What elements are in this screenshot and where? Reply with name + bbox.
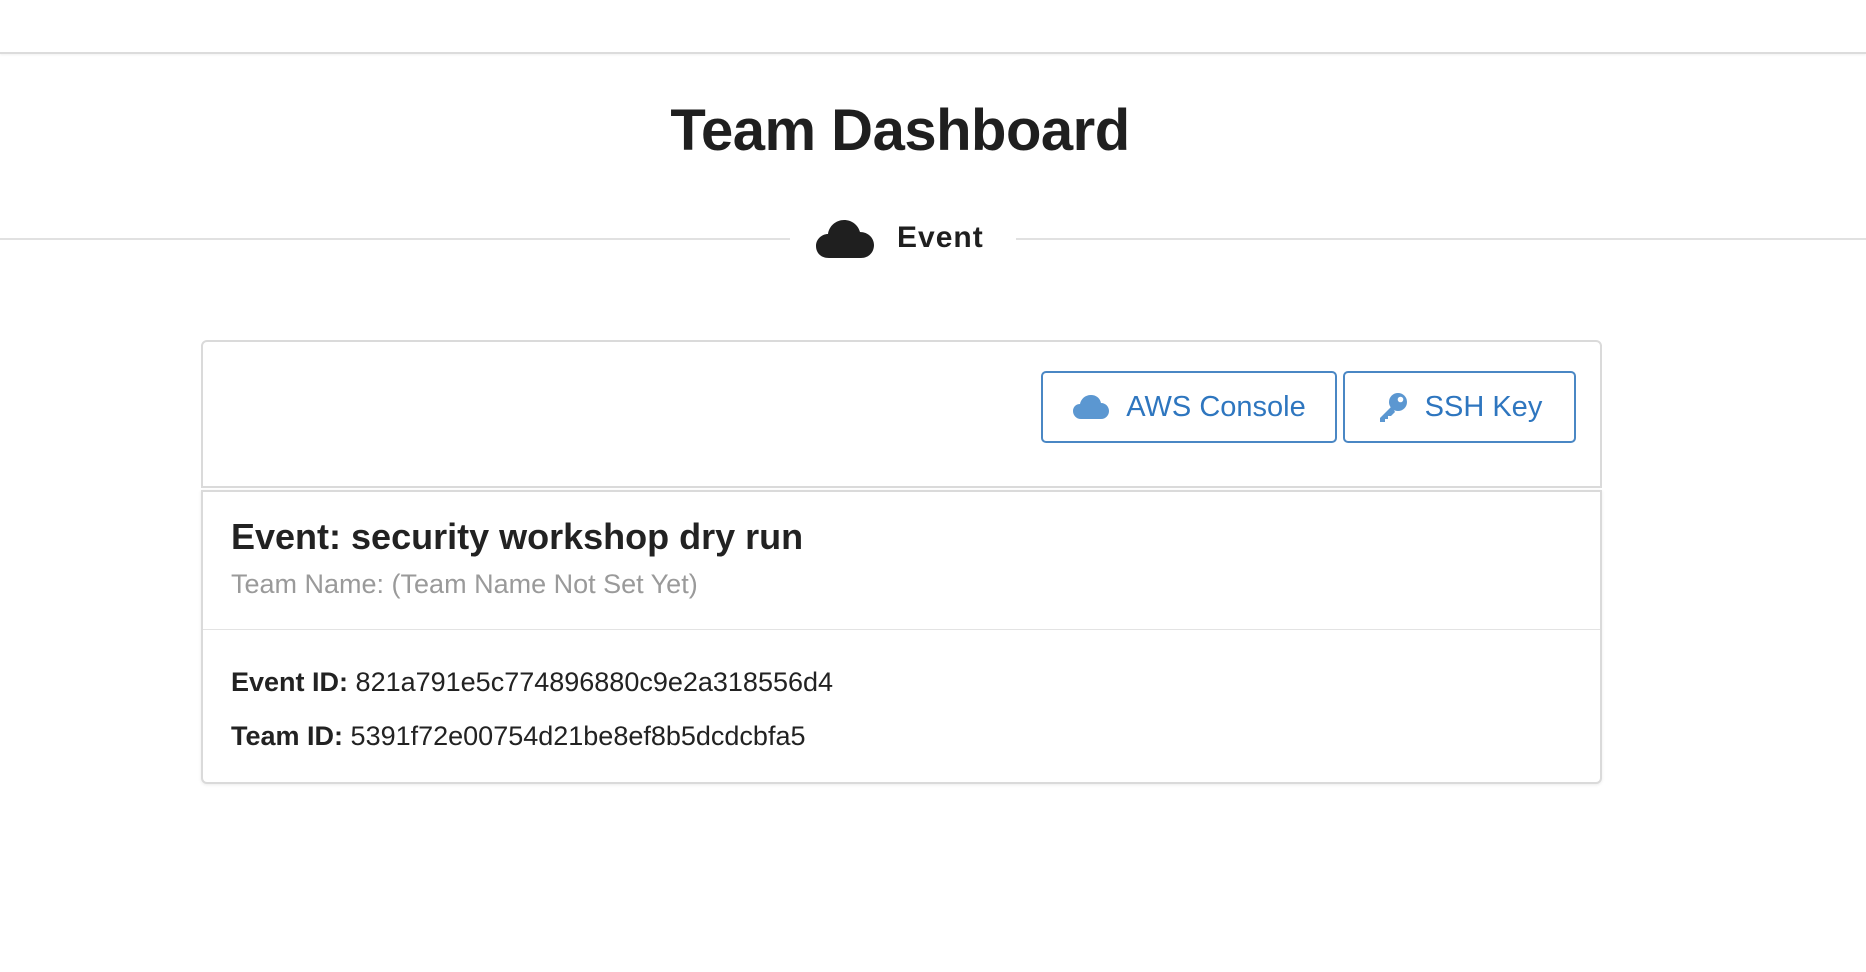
event-id-value: 821a791e5c774896880c9e2a318556d4 [355,667,834,697]
actions-card: AWS Console SSH Key [201,340,1602,488]
top-navbar [0,0,1866,54]
cloud-icon [815,216,875,260]
section-divider-right [1016,238,1866,240]
ssh-key-button[interactable]: SSH Key [1343,371,1576,443]
team-id-value: 5391f72e00754d21be8ef8b5dcdcbfa5 [350,721,806,751]
card-separator [203,629,1600,630]
event-id-row: Event ID: 821a791e5c774896880c9e2a318556… [231,664,833,700]
cloud-icon [1072,394,1110,420]
event-id-label: Event ID: [231,667,349,697]
section-label: Event [897,221,984,254]
page-title: Team Dashboard [670,98,1130,163]
key-icon [1377,391,1409,423]
team-id-row: Team ID: 5391f72e00754d21be8ef8b5dcdcbfa… [231,718,806,754]
ssh-key-label: SSH Key [1424,390,1543,423]
aws-console-label: AWS Console [1126,390,1306,423]
section-divider-left [0,238,790,240]
aws-console-button[interactable]: AWS Console [1041,371,1337,443]
event-details-card: Event: security workshop dry run Team Na… [201,490,1602,784]
team-id-label: Team ID: [231,721,344,751]
event-title: Event: security workshop dry run [231,516,804,557]
team-name: Team Name: (Team Name Not Set Yet) [231,569,698,599]
section-header: Event [815,212,984,264]
